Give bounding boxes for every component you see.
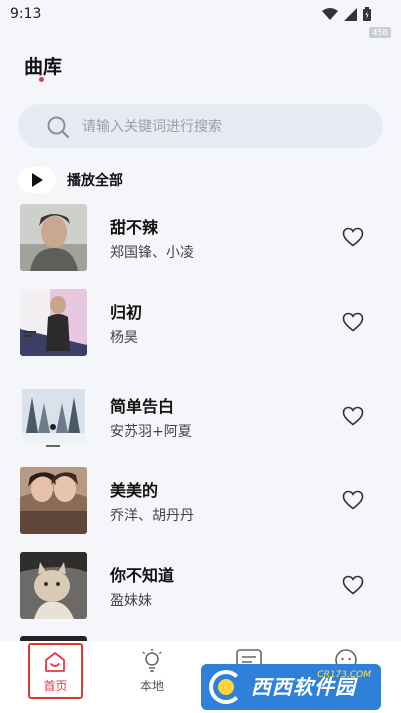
- home-icon: [45, 652, 65, 672]
- album-cover: [20, 467, 87, 534]
- heart-icon[interactable]: [342, 227, 364, 247]
- song-artist: 郑国锋、小凌: [110, 245, 194, 261]
- song-item[interactable]: 美美的 乔洋、胡丹丹: [0, 467, 401, 535]
- song-title: 你不知道: [110, 566, 175, 585]
- search-bar[interactable]: [18, 104, 383, 150]
- album-cover: [20, 204, 87, 271]
- page-title: 曲库: [24, 56, 63, 78]
- song-item[interactable]: 你不知道 盈妹妹: [0, 552, 401, 620]
- album-cover: [20, 552, 87, 619]
- heart-icon[interactable]: [342, 406, 364, 426]
- signal-icon: [344, 7, 357, 21]
- battery-icon: [363, 7, 371, 21]
- tab-home-label: 首页: [43, 679, 68, 693]
- song-artist: 安苏羽+阿夏: [110, 424, 192, 440]
- song-title: 简单告白: [110, 397, 175, 416]
- song-title: 归初: [110, 303, 143, 322]
- status-badge: 45B: [369, 27, 391, 38]
- status-time: 9:13: [10, 6, 42, 22]
- lightbulb-icon: [142, 649, 162, 672]
- watermark-logo: 西西软件园 CR173.COM: [201, 664, 381, 710]
- search-input[interactable]: [80, 104, 374, 150]
- status-bar: 9:13 45B: [0, 0, 401, 38]
- song-item[interactable]: 简单告白 安苏羽+阿夏: [0, 383, 401, 451]
- tab-local-label: 本地: [139, 679, 164, 693]
- heart-icon[interactable]: [342, 490, 364, 510]
- play-all-row[interactable]: 播放全部: [18, 167, 123, 193]
- song-title: 美美的: [110, 481, 159, 500]
- tab-local[interactable]: 本地: [122, 641, 182, 703]
- album-cover: [20, 383, 87, 450]
- watermark-url: CR173.COM: [317, 670, 371, 680]
- wifi-icon: [322, 7, 338, 20]
- song-item[interactable]: 甜不辣 郑国锋、小凌: [0, 204, 401, 272]
- tab-home[interactable]: 首页: [28, 643, 83, 699]
- heart-icon[interactable]: [342, 312, 364, 332]
- song-item[interactable]: 归初 杨昊: [0, 289, 401, 357]
- song-artist: 盈妹妹: [110, 593, 152, 609]
- song-artist: 乔洋、胡丹丹: [110, 508, 194, 524]
- title-indicator-dot: [39, 77, 44, 82]
- song-artist: 杨昊: [110, 330, 138, 346]
- play-icon: [32, 173, 43, 187]
- play-all-label: 播放全部: [67, 173, 123, 189]
- play-all-button[interactable]: [18, 167, 56, 193]
- search-icon: [47, 116, 70, 139]
- album-cover: [20, 289, 87, 356]
- status-icons: [322, 7, 371, 21]
- heart-icon[interactable]: [342, 575, 364, 595]
- song-title: 甜不辣: [110, 218, 159, 237]
